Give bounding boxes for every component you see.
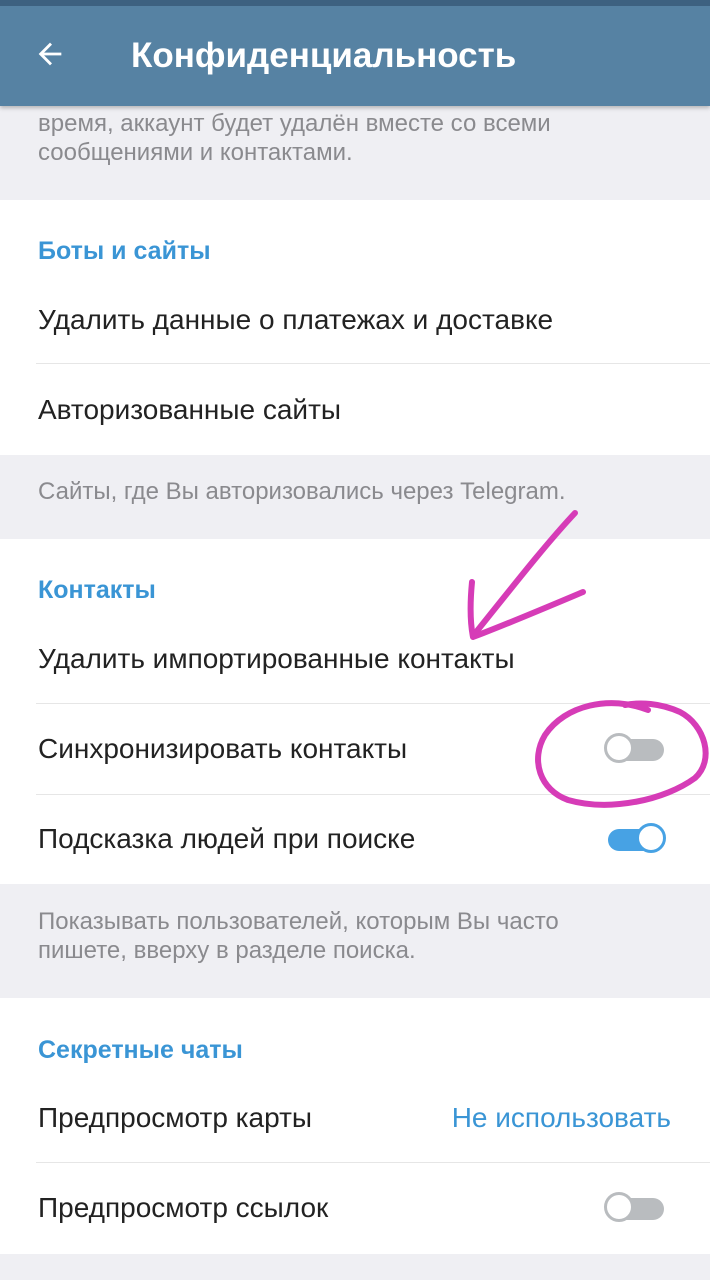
- back-button[interactable]: [26, 30, 74, 78]
- delete-payment-data-label: Удалить данные о платежах и доставке: [38, 304, 554, 335]
- suggest-people-toggle[interactable]: [604, 823, 666, 853]
- sync-contacts-row[interactable]: Синхронизировать контакты: [0, 704, 710, 794]
- bots-section-footer: Сайты, где Вы авторизовались через Teleg…: [38, 478, 566, 505]
- authorized-sites-row[interactable]: Авторизованные сайты: [0, 365, 710, 455]
- contacts-footer-line1: Показывать пользователей, которым Вы час…: [38, 908, 559, 935]
- sync-contacts-label: Синхронизировать контакты: [38, 733, 408, 764]
- contacts-section-footer: Показывать пользователей, которым Вы час…: [38, 907, 678, 965]
- toggle-knob: [636, 823, 666, 853]
- suggest-people-row[interactable]: Подсказка людей при поиске: [0, 794, 710, 884]
- privacy-settings-screen: Конфиденциальность время, аккаунт будет …: [0, 0, 710, 1280]
- link-preview-label: Предпросмотр ссылок: [38, 1192, 329, 1223]
- contacts-section: Контакты Удалить импортированные контакт…: [0, 539, 710, 884]
- map-preview-value: Не использовать: [451, 1102, 671, 1133]
- divider: [36, 363, 710, 364]
- toggle-knob: [604, 1192, 634, 1222]
- delete-account-info-line1: время, аккаунт будет удалён вместе со вс…: [38, 110, 551, 137]
- suggest-people-label: Подсказка людей при поиске: [38, 823, 416, 854]
- toggle-knob: [604, 733, 634, 763]
- page-title: Конфиденциальность: [131, 36, 517, 75]
- sync-contacts-toggle[interactable]: [604, 733, 666, 763]
- delete-payment-data-row[interactable]: Удалить данные о платежах и доставке: [0, 275, 710, 365]
- authorized-sites-label: Авторизованные сайты: [38, 394, 342, 425]
- link-preview-toggle[interactable]: [604, 1192, 666, 1222]
- section-header-secret-chats: Секретные чаты: [38, 1036, 243, 1064]
- delete-imported-contacts-row[interactable]: Удалить импортированные контакты: [0, 614, 710, 704]
- section-header-contacts: Контакты: [38, 576, 156, 604]
- delete-imported-contacts-label: Удалить импортированные контакты: [38, 643, 515, 674]
- arrow-left-icon: [38, 42, 62, 66]
- delete-account-info-line2: сообщениями и контактами.: [38, 139, 353, 166]
- secret-chats-section: Секретные чаты Предпросмотр карты Не исп…: [0, 998, 710, 1254]
- map-preview-label: Предпросмотр карты: [38, 1102, 313, 1133]
- section-header-bots: Боты и сайты: [38, 237, 211, 265]
- link-preview-row[interactable]: Предпросмотр ссылок: [0, 1163, 710, 1253]
- app-bar: Конфиденциальность: [0, 0, 710, 106]
- contacts-footer-line2: пишете, вверху в разделе поиска.: [38, 937, 416, 964]
- delete-account-info: время, аккаунт будет удалён вместе со вс…: [38, 109, 678, 167]
- bots-and-sites-section: Боты и сайты Удалить данные о платежах и…: [0, 200, 710, 455]
- map-preview-row[interactable]: Предпросмотр карты Не использовать: [0, 1073, 710, 1163]
